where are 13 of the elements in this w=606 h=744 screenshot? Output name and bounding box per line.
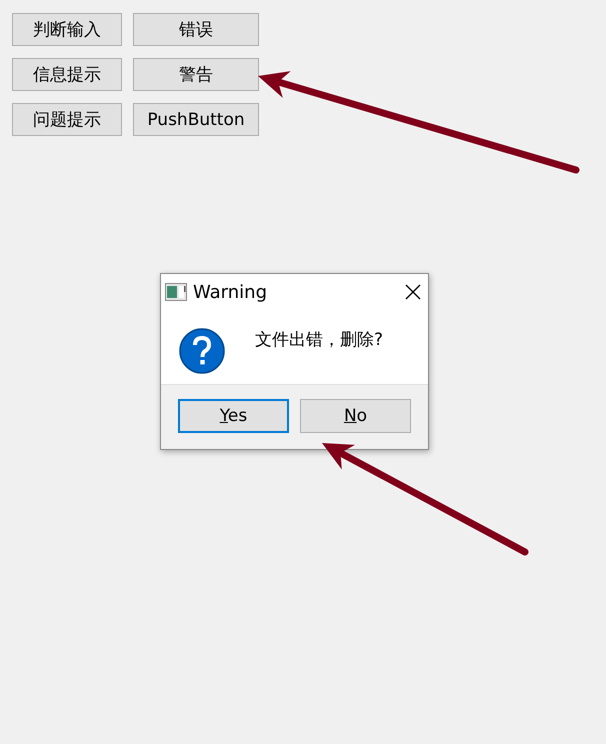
dialog-button[interactable]: Yes: [178, 399, 289, 433]
push-button[interactable]: PushButton: [133, 103, 259, 136]
push-button[interactable]: 信息提示: [12, 58, 122, 91]
close-icon[interactable]: [404, 283, 422, 301]
window-title: Warning: [193, 282, 268, 302]
push-button[interactable]: 判断输入: [12, 13, 122, 46]
dialog-button[interactable]: No: [300, 399, 411, 433]
push-button[interactable]: 错误: [133, 13, 259, 46]
window-icon: [165, 283, 187, 301]
push-button[interactable]: 警告: [133, 58, 259, 91]
push-button[interactable]: 问题提示: [12, 103, 122, 136]
message-text: 文件出错，删除?: [255, 329, 384, 351]
question-icon: [179, 328, 225, 374]
